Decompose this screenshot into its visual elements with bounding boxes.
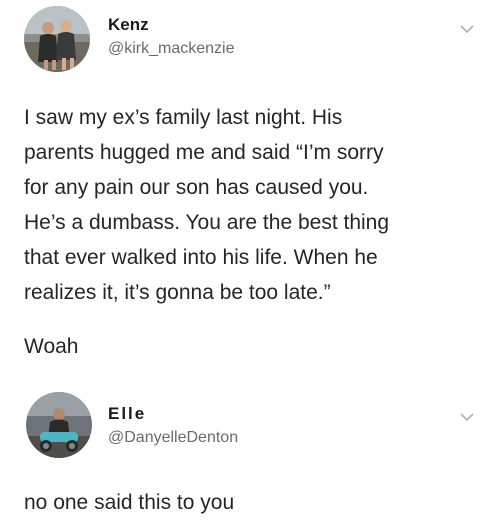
tweet-text-extra: Woah (24, 335, 79, 358)
tweet-kenz[interactable]: Kenz @kirk_mackenzie I saw my ex’s famil… (0, 0, 500, 382)
display-name[interactable]: Elle (108, 404, 146, 424)
display-name[interactable]: Kenz (108, 15, 149, 35)
tweet-text-line: He’s a dumbass. You are the best thing (24, 211, 390, 234)
tweet-text-line: I saw my ex’s family last night. His (24, 106, 343, 129)
username-handle[interactable]: @kirk_mackenzie (108, 40, 235, 58)
tweet-text-line: that ever walked into his life. When he (24, 246, 378, 269)
tweet-elle[interactable]: Elle @DanyelleDenton no one said this to… (0, 382, 500, 525)
username-handle[interactable]: @DanyelleDenton (108, 429, 238, 447)
profile-photo-icon (26, 392, 92, 458)
tweet-text: I saw my ex’s family last night. His par… (24, 100, 484, 310)
tweet-text-line: for any pain our son has caused you. (24, 176, 369, 199)
tweet-text-line: realizes it, it’s gonna be too late.” (24, 281, 331, 304)
avatar[interactable] (24, 6, 90, 72)
chevron-down-icon[interactable] (460, 412, 474, 422)
tweet-text-line: no one said this to you (24, 491, 235, 514)
profile-photo-icon (24, 6, 90, 72)
tweet-text: no one said this to you (24, 485, 484, 520)
tweet-text-line: parents hugged me and said “I’m sorry (24, 141, 384, 164)
chevron-down-icon[interactable] (460, 24, 474, 34)
avatar[interactable] (26, 392, 92, 458)
